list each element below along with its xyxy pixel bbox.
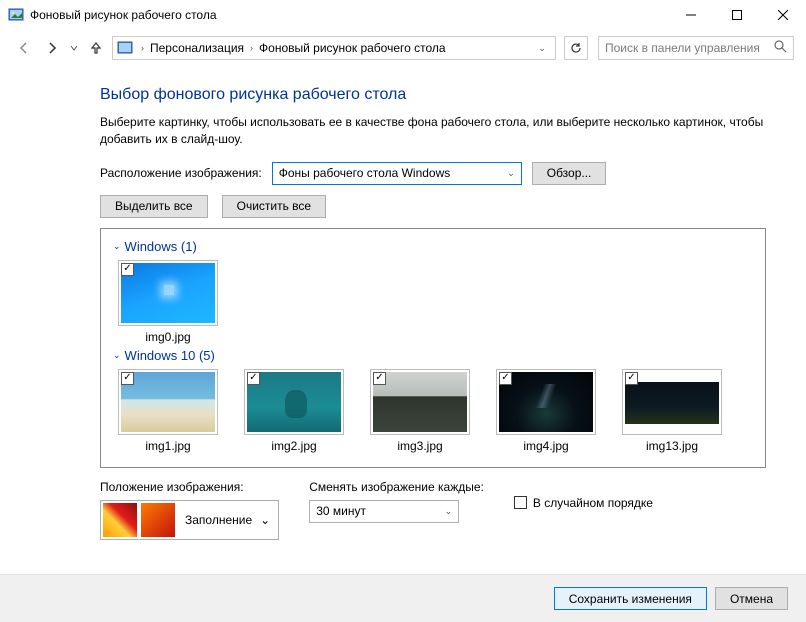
shuffle-label: В случайном порядке [533,496,653,510]
select-all-button[interactable]: Выделить все [100,195,208,218]
address-bar[interactable]: › Персонализация › Фоновый рисунок рабоч… [112,36,556,60]
thumb-checkbox[interactable]: ✓ [373,372,386,385]
thumb-checkbox[interactable]: ✓ [499,372,512,385]
image-thumb[interactable]: ✓ img0.jpg [113,260,223,344]
chevron-down-icon: ⌄ [501,168,515,179]
thumb-label: img3.jpg [397,439,442,453]
image-thumb[interactable]: ✓ img13.jpg [617,369,727,453]
chevron-down-icon: ⌄ [260,513,278,527]
app-icon [8,7,24,23]
search-placeholder: Поиск в панели управления [605,41,774,55]
location-label: Расположение изображения: [100,166,262,180]
thumb-preview [121,372,215,432]
clear-all-button[interactable]: Очистить все [222,195,326,218]
thumb-label: img1.jpg [145,439,190,453]
chevron-right-icon: › [246,43,257,53]
image-thumb[interactable]: ✓ img4.jpg [491,369,601,453]
nav-history-dropdown[interactable] [68,44,80,52]
refresh-button[interactable] [564,36,588,60]
image-thumb[interactable]: ✓ img1.jpg [113,369,223,453]
position-label: Положение изображения: [100,480,279,494]
browse-button[interactable]: Обзор... [532,162,607,185]
titlebar: Фоновый рисунок рабочего стола [0,0,806,30]
cancel-button[interactable]: Отмена [715,587,788,610]
interval-dropdown[interactable]: 30 минут ⌄ [309,500,459,523]
thumb-preview [625,382,719,424]
image-panel[interactable]: ⌄ Windows (1) ✓ img0.jpg ⌄ Windows 10 (5… [100,228,766,468]
chevron-down-icon: ⌄ [113,241,121,252]
image-thumb[interactable]: ✓ img2.jpg [239,369,349,453]
thumb-preview [121,263,215,323]
thumb-checkbox[interactable]: ✓ [121,372,134,385]
shuffle-checkbox[interactable] [514,496,527,509]
breadcrumb-item[interactable]: Персонализация [148,41,246,55]
group-header[interactable]: ⌄ Windows (1) [113,239,753,254]
address-dropdown-icon[interactable]: ⌄ [533,43,551,54]
minimize-button[interactable] [668,0,714,30]
content-area: Выбор фонового рисунка рабочего стола Вы… [0,66,806,540]
position-dropdown[interactable]: Заполнение ⌄ [100,500,279,540]
window-controls [668,0,806,30]
chevron-down-icon: ⌄ [113,350,121,361]
nav-back-button[interactable] [12,36,36,60]
thumb-label: img13.jpg [646,439,698,453]
thumb-preview [247,372,341,432]
thumb-preview [499,372,593,432]
control-panel-icon [117,40,133,56]
window-title: Фоновый рисунок рабочего стола [30,8,217,22]
group-header[interactable]: ⌄ Windows 10 (5) [113,348,753,363]
save-button[interactable]: Сохранить изменения [554,587,707,610]
maximize-button[interactable] [714,0,760,30]
footer-bar: Сохранить изменения Отмена [0,574,806,622]
breadcrumb-item[interactable]: Фоновый рисунок рабочего стола [257,41,448,55]
position-preview-icon [141,503,175,537]
chevron-right-icon: › [137,43,148,53]
page-subtext: Выберите картинку, чтобы использовать ее… [100,114,766,148]
location-dropdown[interactable]: Фоны рабочего стола Windows ⌄ [272,162,522,185]
thumb-preview [373,372,467,432]
nav-up-button[interactable] [84,36,108,60]
nav-row: › Персонализация › Фоновый рисунок рабоч… [0,30,806,66]
interval-label: Сменять изображение каждые: [309,480,484,494]
thumb-label: img0.jpg [145,330,190,344]
search-icon [774,40,787,56]
image-thumb[interactable]: ✓ img3.jpg [365,369,475,453]
close-button[interactable] [760,0,806,30]
thumb-label: img2.jpg [271,439,316,453]
thumb-label: img4.jpg [523,439,568,453]
chevron-down-icon: ⌄ [439,506,453,517]
position-preview-icon [103,503,137,537]
thumb-checkbox[interactable]: ✓ [625,372,638,385]
page-heading: Выбор фонового рисунка рабочего стола [100,86,766,104]
thumb-checkbox[interactable]: ✓ [121,263,134,276]
nav-forward-button[interactable] [40,36,64,60]
search-input[interactable]: Поиск в панели управления [598,36,794,60]
thumb-checkbox[interactable]: ✓ [247,372,260,385]
